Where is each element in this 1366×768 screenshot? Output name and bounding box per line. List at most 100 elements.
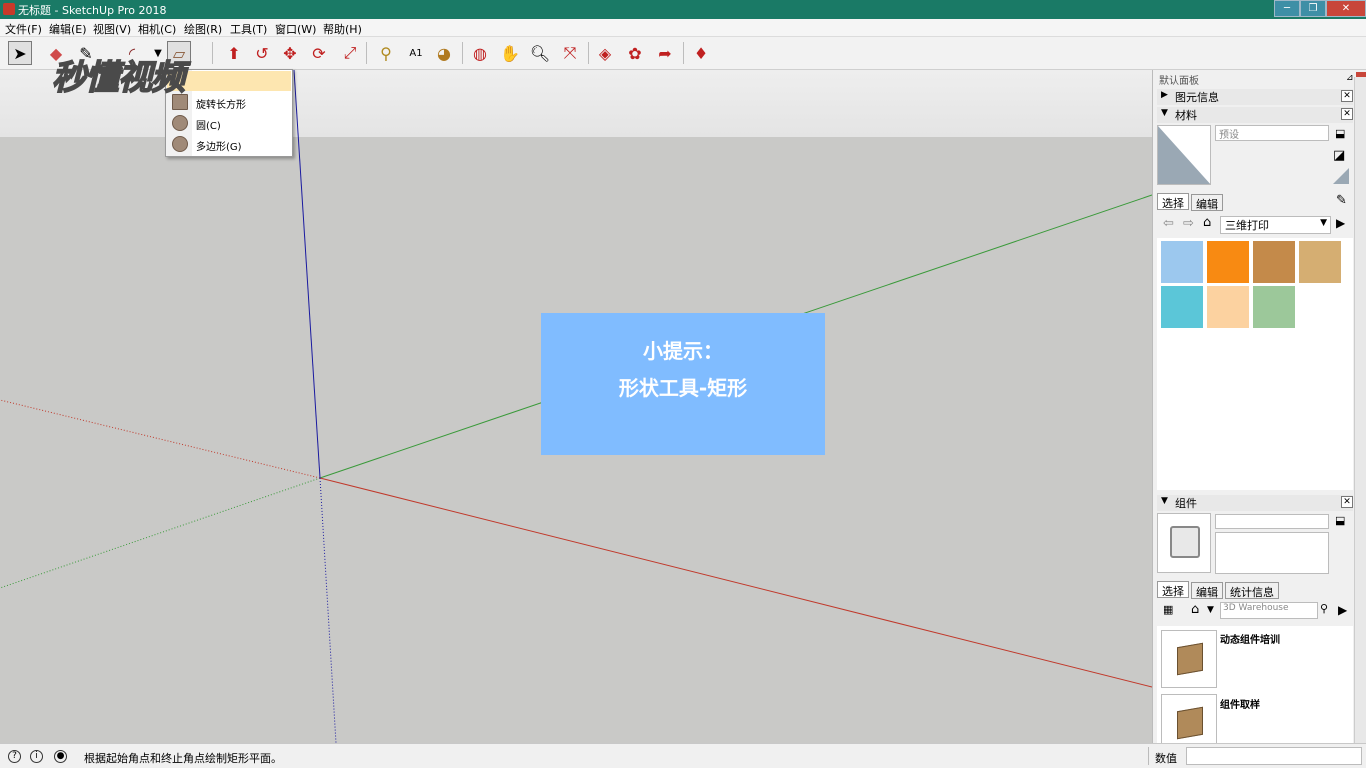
maximize-button[interactable]: ❐ (1300, 0, 1326, 17)
home-icon[interactable]: ⌂ (1203, 215, 1211, 230)
component-item-title[interactable]: 动态组件培训 (1220, 631, 1280, 646)
material-swatch[interactable] (1160, 285, 1204, 329)
material-swatch[interactable] (1298, 240, 1342, 284)
zoom-extents-tool-icon[interactable]: ⤧ (558, 41, 582, 65)
sample-paint-icon[interactable] (1333, 168, 1349, 184)
pin-icon[interactable]: ⊿ (1346, 73, 1354, 83)
create-component-icon[interactable]: ⬓ (1335, 514, 1345, 527)
entity-info-header[interactable]: ▶ 图元信息 ✕ (1157, 89, 1353, 105)
components-header[interactable]: ▼ 组件 ✕ (1157, 495, 1353, 511)
create-material-icon[interactable]: ⬓ (1335, 127, 1345, 140)
blue-axis-negative (319, 477, 337, 743)
details-arrow-icon[interactable]: ▶ (1338, 603, 1347, 617)
menu-help[interactable]: 帮助(H) (323, 21, 362, 37)
close-icon[interactable]: ✕ (1341, 108, 1353, 120)
pan-tool-icon[interactable]: ✋ (498, 41, 522, 65)
tab-select[interactable]: 选择 (1157, 193, 1189, 210)
menu-draw[interactable]: 绘图(R) (184, 21, 222, 37)
warehouse-icon[interactable]: ◈ (593, 41, 617, 65)
rectangle-tools-dropdown: 旋转长方形 圆(C) 多边形(G) (165, 69, 293, 157)
comp-tab-statistics[interactable]: 统计信息 (1225, 582, 1279, 599)
cube-icon[interactable]: ◪ (1333, 148, 1345, 163)
credits-icon[interactable]: i (30, 750, 43, 763)
tab-edit[interactable]: 编辑 (1191, 194, 1223, 211)
menu-camera[interactable]: 相机(C) (138, 21, 176, 37)
send-to-layout-icon[interactable]: ➦ (653, 41, 677, 65)
toolbar-separator (212, 42, 213, 64)
toolbar-separator (588, 42, 589, 64)
status-bar: ? i ● 根据起始角点和终止角点绘制矩形平面。 数值 (0, 743, 1366, 768)
search-icon[interactable]: ⚲ (1320, 602, 1328, 615)
menu-edit[interactable]: 编辑(E) (49, 21, 87, 37)
collapse-icon: ▼ (1161, 496, 1168, 506)
component-thumbnail[interactable] (1161, 694, 1217, 744)
dropdown-item-polygon[interactable]: 多边形(G) (196, 138, 242, 153)
red-axis-negative (0, 399, 321, 479)
chevron-down-icon: ▼ (1320, 218, 1327, 228)
tray-scrollbar[interactable] (1354, 77, 1366, 743)
geolocation-icon[interactable]: ? (8, 750, 21, 763)
component-item-title[interactable]: 组件取样 (1220, 696, 1260, 711)
measurements-input[interactable] (1186, 747, 1362, 765)
follow-me-tool-icon[interactable]: ↺ (250, 41, 274, 65)
material-swatch[interactable] (1160, 240, 1204, 284)
close-button[interactable]: ✕ (1326, 0, 1366, 17)
comp-tab-edit[interactable]: 编辑 (1191, 582, 1223, 599)
circle-icon (172, 115, 188, 131)
rotate-tool-icon[interactable]: ⟳ (307, 41, 331, 65)
push-pull-tool-icon[interactable]: ⬆ (222, 41, 246, 65)
scale-tool-icon[interactable]: ⤢ (338, 41, 362, 65)
material-swatch[interactable] (1206, 240, 1250, 284)
tip-text: 形状工具-矩形 (618, 376, 748, 400)
menu-window[interactable]: 窗口(W) (275, 21, 316, 37)
move-tool-icon[interactable]: ✥ (278, 41, 302, 65)
expand-icon: ▶ (1161, 90, 1168, 100)
menu-file[interactable]: 文件(F) (5, 21, 42, 37)
back-icon[interactable]: ⇦ (1163, 216, 1174, 231)
material-name-field[interactable]: 预设 (1215, 125, 1329, 141)
eyedropper-icon[interactable]: ✎ (1336, 193, 1347, 208)
cube-icon (1170, 526, 1200, 558)
chevron-down-icon[interactable]: ▼ (1207, 605, 1214, 615)
close-icon[interactable]: ✕ (1341, 90, 1353, 102)
component-thumbnail[interactable] (1161, 630, 1217, 688)
default-tray: 默认面板 ⊿ ▶ 图元信息 ✕ ▼ 材料 ✕ 预设 ⬓ ◪ 选择 编辑 ✎ ⇦ … (1152, 70, 1366, 744)
material-preview (1157, 125, 1211, 185)
component-name-field[interactable] (1215, 514, 1329, 529)
tray-title: 默认面板 (1159, 76, 1199, 87)
select-tool-icon[interactable]: ➤ (8, 41, 32, 65)
ruby-console-icon[interactable]: ♦ (689, 41, 713, 65)
tape-measure-tool-icon[interactable]: ⚲ (374, 41, 398, 65)
polygon-icon (172, 136, 188, 152)
home-icon[interactable]: ⌂ (1191, 602, 1199, 617)
menu-tools[interactable]: 工具(T) (230, 21, 267, 37)
extension-warehouse-icon[interactable]: ✿ (623, 41, 647, 65)
material-swatch[interactable] (1206, 285, 1250, 329)
sketchup-app-icon[interactable] (3, 3, 15, 15)
window-title: 无标题 - SketchUp Pro 2018 (18, 4, 167, 17)
component-description-field[interactable] (1215, 532, 1329, 574)
details-arrow-icon[interactable]: ▶ (1336, 216, 1345, 230)
dropdown-item-rectangle[interactable] (167, 71, 291, 91)
materials-header[interactable]: ▼ 材料 ✕ (1157, 107, 1353, 123)
library-select[interactable]: 三维打印 ▼ (1220, 216, 1331, 234)
dropdown-item-circle[interactable]: 圆(C) (196, 117, 221, 132)
dropdown-item-rotated-rectangle[interactable]: 旋转长方形 (196, 96, 246, 111)
toolbar-separator (462, 42, 463, 64)
minimize-button[interactable]: ─ (1274, 0, 1300, 17)
text-tool-icon[interactable]: A1 (404, 41, 428, 65)
close-icon[interactable]: ✕ (1341, 496, 1353, 508)
orbit-tool-icon[interactable]: ◍ (468, 41, 492, 65)
material-swatch[interactable] (1252, 240, 1296, 284)
material-swatch[interactable] (1252, 285, 1296, 329)
view-options-icon[interactable]: ▦ (1163, 603, 1173, 616)
paint-bucket-tool-icon[interactable]: ◕ (432, 41, 456, 65)
comp-tab-select[interactable]: 选择 (1157, 581, 1189, 598)
warehouse-search-input[interactable]: 3D Warehouse (1220, 602, 1318, 619)
toolbar-separator (683, 42, 684, 64)
zoom-tool-icon[interactable]: 🔍︎ (528, 41, 552, 65)
menu-view[interactable]: 视图(V) (93, 21, 131, 37)
folder-icon (1177, 706, 1203, 740)
forward-icon[interactable]: ⇨ (1183, 216, 1194, 231)
user-icon[interactable]: ● (54, 750, 67, 763)
